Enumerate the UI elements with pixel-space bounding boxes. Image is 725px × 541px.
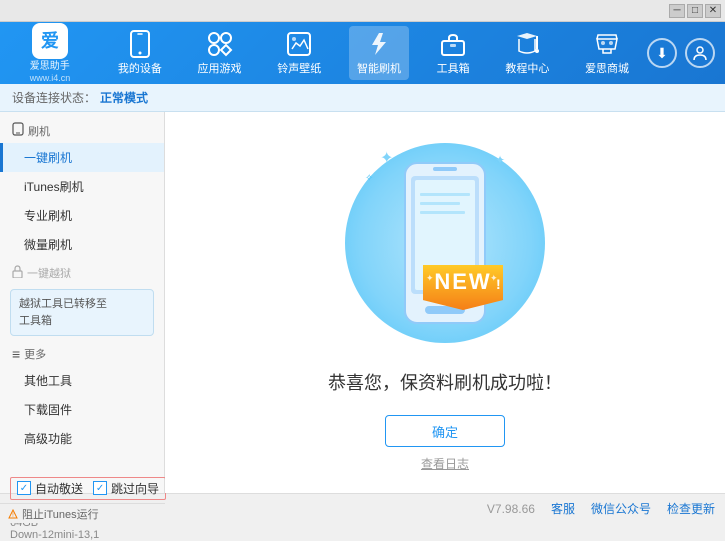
tutorial-icon xyxy=(513,30,541,58)
toolbox-icon xyxy=(439,30,467,58)
nav-label-my-device: 我的设备 xyxy=(118,60,162,76)
new-badge: ✦ ✦ NEW ! xyxy=(418,255,508,313)
nav-label-tutorial: 教程中心 xyxy=(505,60,549,76)
status-label: 设备连接状态： xyxy=(12,89,96,106)
download-button[interactable]: ⬇ xyxy=(647,38,677,68)
version-text: V7.98.66 xyxy=(487,502,535,516)
svg-text:!: ! xyxy=(496,276,501,292)
main-layout: 刷机 一键刷机 iTunes刷机 专业刷机 微量刷机 一键越狱 越狱工具已转移至… xyxy=(0,112,725,493)
top-nav: 爱 爱思助手 www.i4.cn 我的设备 xyxy=(0,22,725,84)
nav-label-toolbox: 工具箱 xyxy=(437,60,470,76)
logo-text: 爱思助手 www.i4.cn xyxy=(30,61,71,83)
nav-right: ⬇ xyxy=(647,38,715,68)
customer-service-link[interactable]: 客服 xyxy=(551,500,575,517)
skip-wizard-checkbox[interactable]: ✓ 跳过向导 xyxy=(93,480,159,497)
section-title-flash: 刷机 xyxy=(28,123,50,139)
device-firmware: Down-12mini-13,1 xyxy=(10,529,170,541)
wechat-link[interactable]: 微信公众号 xyxy=(591,500,651,517)
check-update-link[interactable]: 检查更新 xyxy=(667,500,715,517)
star-1: ✦ xyxy=(380,148,393,168)
status-bar: 设备连接状态： 正常模式 xyxy=(0,84,725,112)
sidebar-section-flash: 刷机 xyxy=(0,116,164,143)
sidebar-item-advanced[interactable]: 高级功能 xyxy=(0,424,164,453)
checkbox-auto-restart[interactable]: ✓ xyxy=(17,481,31,495)
phone-illustration: ✦ ✦ ✧ xyxy=(335,133,555,353)
sidebar-item-one-key-flash[interactable]: 一键刷机 xyxy=(0,143,164,172)
sidebar-item-micro-flash[interactable]: 微量刷机 xyxy=(0,230,164,259)
svg-text:✦: ✦ xyxy=(426,273,434,283)
sidebar-item-pro-flash[interactable]: 专业刷机 xyxy=(0,201,164,230)
itunes-warning: ! 阻止iTunes运行 xyxy=(0,503,165,523)
sidebar: 刷机 一键刷机 iTunes刷机 专业刷机 微量刷机 一键越狱 越狱工具已转移至… xyxy=(0,112,165,493)
nav-label-ringtone: 铃声壁纸 xyxy=(277,60,321,76)
sidebar-item-download-firmware[interactable]: 下载固件 xyxy=(0,395,164,424)
nav-item-apps-games[interactable]: 应用游戏 xyxy=(190,26,250,80)
maximize-button[interactable]: □ xyxy=(687,4,703,18)
secondary-link[interactable]: 查看日志 xyxy=(421,455,469,472)
title-bar: ─ □ ✕ xyxy=(0,0,725,22)
logo[interactable]: 爱 爱思助手 www.i4.cn xyxy=(10,23,90,83)
phone-icon xyxy=(12,122,24,139)
sidebar-item-itunes-flash[interactable]: iTunes刷机 xyxy=(0,172,164,201)
svg-text:NEW: NEW xyxy=(434,269,491,294)
nav-item-my-device[interactable]: 我的设备 xyxy=(110,26,170,80)
logo-icon: 爱 xyxy=(32,23,68,59)
apps-icon xyxy=(206,30,234,58)
flash-icon xyxy=(365,30,393,58)
success-text: 恭喜您，保资料刷机成功啦！ xyxy=(328,369,562,395)
nav-item-toolbox[interactable]: 工具箱 xyxy=(429,26,478,80)
content-area: ✦ ✦ ✧ xyxy=(165,112,725,493)
jailbreak-info-box: 越狱工具已转移至工具箱 xyxy=(10,289,154,336)
sidebar-item-other-tools[interactable]: 其他工具 xyxy=(0,366,164,395)
ringtone-icon xyxy=(285,30,313,58)
svg-text:爱: 爱 xyxy=(41,31,59,51)
user-button[interactable] xyxy=(685,38,715,68)
more-icon: ≡ xyxy=(12,346,20,362)
nav-label-smart-flash: 智能刷机 xyxy=(357,60,401,76)
warning-icon: ! xyxy=(8,509,18,519)
star-2: ✦ xyxy=(495,153,505,167)
lock-icon xyxy=(12,265,23,281)
nav-label-apps-games: 应用游戏 xyxy=(198,60,242,76)
nav-items: 我的设备 应用游戏 铃声壁纸 xyxy=(100,26,647,80)
nav-item-shop[interactable]: 爱思商城 xyxy=(577,26,637,80)
shop-icon xyxy=(593,30,621,58)
nav-item-ringtone[interactable]: 铃声壁纸 xyxy=(269,26,329,80)
nav-label-shop: 爱思商城 xyxy=(585,60,629,76)
nav-item-tutorial[interactable]: 教程中心 xyxy=(497,26,557,80)
star-3: ✧ xyxy=(365,173,373,184)
close-button[interactable]: ✕ xyxy=(705,4,721,18)
bottom-right: V7.98.66 客服 微信公众号 检查更新 xyxy=(487,500,715,517)
nav-item-smart-flash[interactable]: 智能刷机 xyxy=(349,26,409,80)
status-value: 正常模式 xyxy=(100,89,148,106)
confirm-button[interactable]: 确定 xyxy=(385,415,505,447)
minimize-button[interactable]: ─ xyxy=(669,4,685,18)
checkbox-skip-wizard[interactable]: ✓ xyxy=(93,481,107,495)
section-title-jailbreak: 一键越狱 xyxy=(27,265,71,281)
auto-restart-checkbox[interactable]: ✓ 自动敬送 xyxy=(17,480,83,497)
sidebar-section-jailbreak: 一键越狱 xyxy=(0,259,164,285)
section-title-more: 更多 xyxy=(24,346,46,362)
device-icon xyxy=(126,30,154,58)
sidebar-section-more: ≡ 更多 xyxy=(0,340,164,366)
